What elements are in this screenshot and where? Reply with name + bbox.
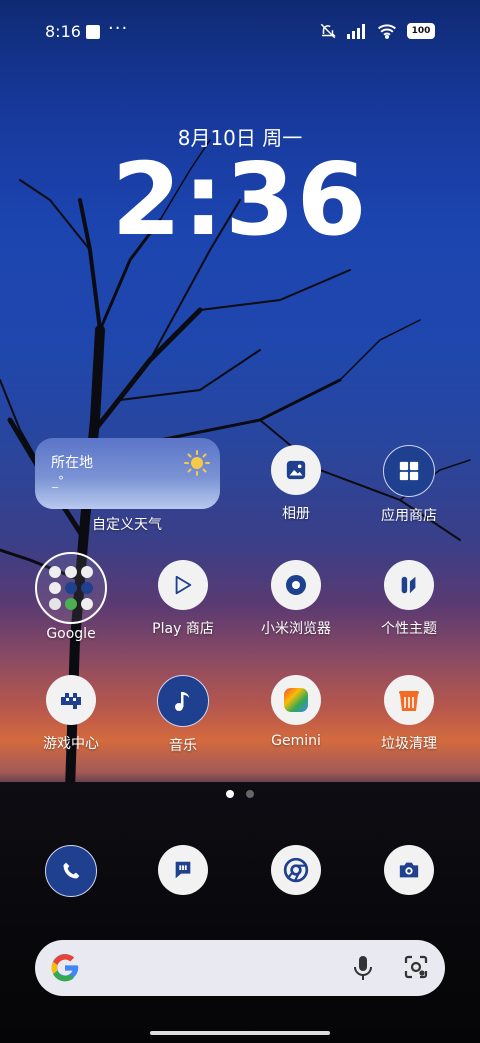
signal-icon — [347, 24, 365, 39]
gemini-label: Gemini — [271, 733, 321, 749]
page-dot-1[interactable] — [226, 790, 234, 798]
app-music[interactable]: 音乐 — [128, 675, 238, 755]
browser-label: 小米浏览器 — [261, 621, 331, 637]
sun-icon — [184, 450, 210, 476]
dock-messages[interactable] — [128, 845, 238, 895]
dock-chrome[interactable] — [241, 845, 351, 895]
lens-icon[interactable] — [403, 954, 429, 980]
cleaner-label: 垃圾清理 — [381, 736, 437, 752]
weather-label: 自定义天气 — [92, 517, 162, 533]
weather-widget-caption: 自定义天气 — [72, 506, 182, 534]
games-label: 游戏中心 — [43, 736, 99, 752]
phone-icon — [45, 845, 97, 897]
notification-square-icon — [86, 25, 100, 39]
google-logo-icon — [51, 953, 79, 982]
store-icon — [383, 445, 435, 497]
weather-widget[interactable]: 所在地 _° — [35, 438, 220, 509]
play-label: Play 商店 — [152, 621, 214, 637]
app-gemini[interactable]: Gemini — [241, 675, 351, 749]
weather-location: 所在地 — [51, 455, 93, 471]
messages-icon — [158, 845, 208, 895]
browser-icon — [271, 560, 321, 610]
google-search-bar[interactable] — [35, 940, 445, 996]
status-time: 8:16 — [45, 22, 81, 41]
home-indicator[interactable] — [150, 1031, 330, 1035]
games-icon — [46, 675, 96, 725]
camera-icon — [384, 845, 434, 895]
chrome-icon — [271, 845, 321, 895]
folder-google[interactable]: Google — [16, 552, 126, 642]
store-label: 应用商店 — [381, 508, 437, 524]
page-dot-2[interactable] — [246, 790, 254, 798]
app-browser[interactable]: 小米浏览器 — [241, 560, 351, 638]
app-cleaner[interactable]: 垃圾清理 — [354, 675, 464, 753]
app-games[interactable]: 游戏中心 — [16, 675, 126, 753]
themes-label: 个性主题 — [381, 621, 437, 637]
lock-clock[interactable]: 2:36 — [0, 145, 480, 255]
play-store-icon — [158, 560, 208, 610]
music-label: 音乐 — [169, 738, 197, 754]
app-store[interactable]: 应用商店 — [354, 445, 464, 525]
music-icon — [157, 675, 209, 727]
themes-icon — [384, 560, 434, 610]
app-themes[interactable]: 个性主题 — [354, 560, 464, 638]
weather-temp: _° — [52, 474, 64, 488]
page-indicator[interactable] — [0, 790, 480, 798]
dock-camera[interactable] — [354, 845, 464, 895]
dock-phone[interactable] — [16, 845, 126, 897]
status-bar: 8:16 ··· 100 — [0, 18, 480, 46]
album-label: 相册 — [282, 506, 310, 522]
battery-level: 100 — [411, 26, 431, 36]
battery-icon: 100 — [407, 23, 435, 39]
google-label: Google — [46, 626, 96, 642]
mute-icon — [320, 23, 336, 39]
album-icon — [271, 445, 321, 495]
trash-icon — [384, 675, 434, 725]
more-notifications-icon: ··· — [108, 18, 129, 39]
gemini-icon — [271, 675, 321, 725]
mic-icon[interactable] — [353, 954, 373, 982]
wifi-icon — [378, 24, 396, 39]
google-folder-icon — [35, 552, 107, 624]
ground-silhouette — [0, 782, 480, 1043]
app-play[interactable]: Play 商店 — [128, 560, 238, 638]
app-album[interactable]: 相册 — [241, 445, 351, 523]
